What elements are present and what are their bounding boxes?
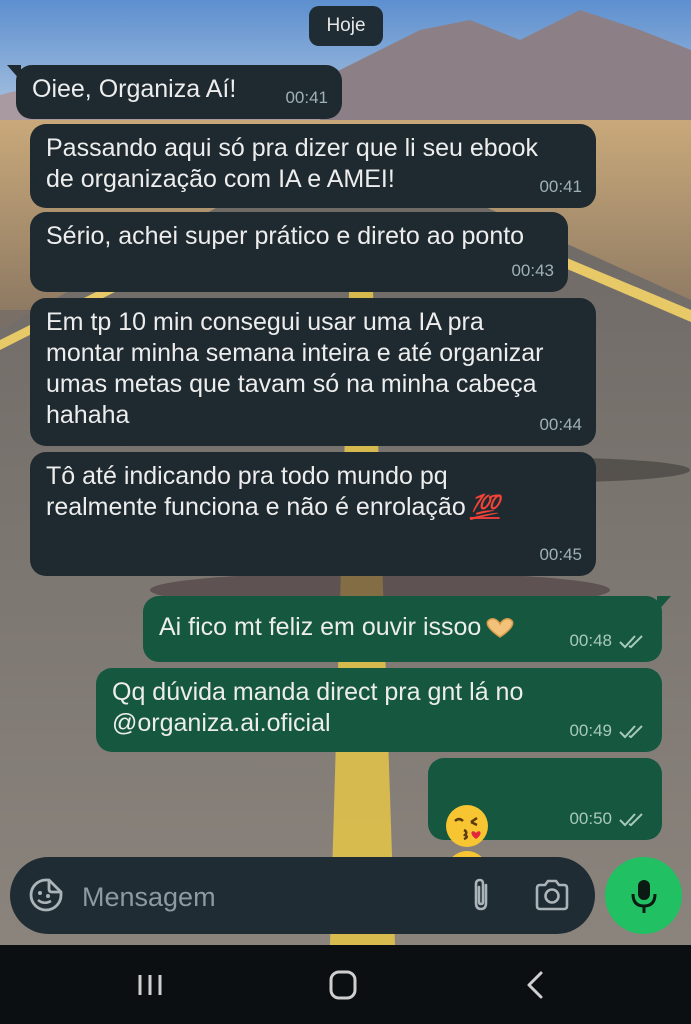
read-receipt-icon [618, 811, 648, 827]
incoming-message[interactable]: Sério, achei super prático e direto ao p… [30, 212, 568, 292]
message-text-wrap: Tô até indicando pra todo mundo pq realm… [46, 461, 580, 523]
hundred-points-emoji: 💯 [469, 494, 500, 521]
incoming-message[interactable]: Em tp 10 min consegui usar uma IA pra mo… [30, 298, 596, 446]
recent-apps-icon[interactable] [130, 967, 170, 1003]
message-time: 00:48 [569, 631, 612, 650]
bubble-tail [7, 65, 21, 81]
chat-area[interactable]: Hoje Oiee, Organiza Aí! 00:41 Passando a… [0, 0, 691, 945]
outgoing-message[interactable]: Qq dúvida manda direct pra gnt lá no @or… [96, 668, 662, 752]
message-time: 00:41 [285, 88, 328, 107]
message-text: Em tp 10 min consegui usar uma IA pra mo… [46, 308, 544, 429]
read-receipt-icon [618, 723, 648, 739]
read-receipt-icon [618, 633, 648, 649]
message-input[interactable] [80, 876, 444, 918]
date-divider: Hoje [309, 6, 383, 46]
microphone-button[interactable] [605, 857, 682, 934]
camera-icon[interactable] [532, 875, 572, 915]
message-time: 00:41 [539, 177, 582, 196]
message-text: Oiee, Organiza Aí! [32, 75, 237, 103]
message-composer [10, 857, 595, 934]
heart-hands-emoji [486, 618, 514, 639]
outgoing-message[interactable]: 00:50 [428, 758, 662, 893]
incoming-message[interactable]: Oiee, Organiza Aí! 00:41 [7, 65, 342, 119]
incoming-message[interactable]: Passando aqui só pra dizer que li seu eb… [30, 124, 596, 208]
message-text: Tô até indicando pra todo mundo pq realm… [46, 462, 466, 521]
bubble-tail [657, 596, 671, 612]
message-time: 00:50 [569, 809, 612, 828]
message-text: Qq dúvida manda direct pra gnt lá no @or… [112, 678, 524, 737]
paperclip-icon[interactable] [462, 875, 502, 915]
message-time: 00:49 [569, 721, 612, 740]
message-time: 00:44 [539, 415, 582, 434]
message-time: 00:45 [539, 545, 582, 564]
sticker-emoji-icon[interactable] [28, 877, 64, 913]
message-time: 00:43 [511, 261, 554, 280]
back-icon[interactable] [517, 967, 557, 1003]
outgoing-message[interactable]: Ai fico mt feliz em ouvir issoo 00:48 [143, 596, 671, 662]
message-text: Sério, achei super prático e direto ao p… [46, 222, 525, 250]
message-text: Ai fico mt feliz em ouvir issoo [159, 613, 482, 641]
home-icon[interactable] [323, 967, 363, 1003]
microphone-icon [631, 880, 657, 913]
system-navigation-bar [0, 945, 691, 1024]
message-text: Passando aqui só pra dizer que li seu eb… [46, 134, 538, 193]
incoming-message[interactable]: Tô até indicando pra todo mundo pq realm… [30, 452, 596, 576]
kissing-face-emoji [446, 805, 488, 847]
